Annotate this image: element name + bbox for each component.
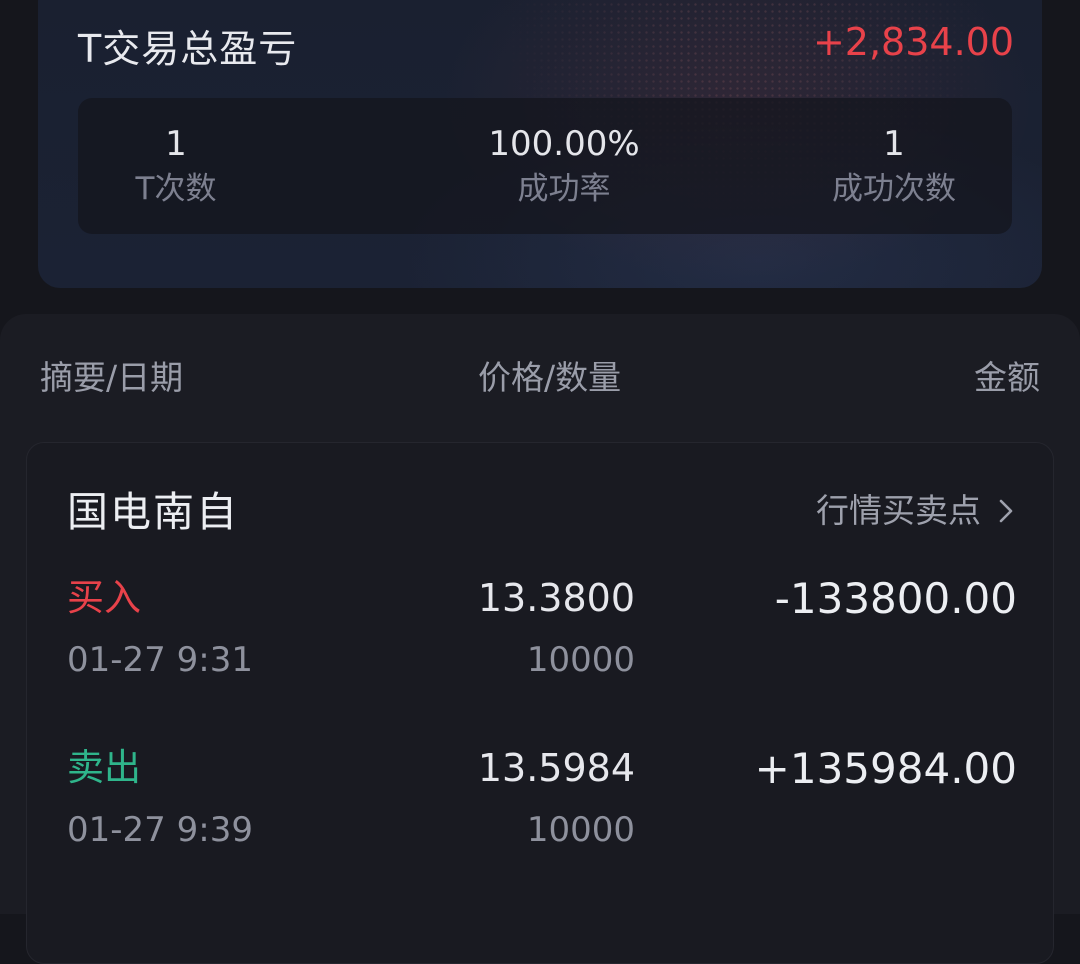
stat-label: 成功率 — [517, 171, 611, 207]
trade-amount: +135984.00 — [754, 744, 1017, 793]
market-link-label: 行情买卖点 — [816, 491, 981, 530]
stat-value: 1 — [165, 124, 187, 164]
summary-card: T交易总盈亏 +2,834.00 1 T次数 100.00% 成功率 1 成功次… — [38, 0, 1042, 288]
column-header-amount: 金额 — [974, 358, 1040, 397]
trade-time: 01-27 9:31 — [67, 640, 253, 680]
trade-row-buy: 买入 01-27 9:31 13.3800 10000 -133800.00 — [27, 571, 1053, 691]
trade-amount: -133800.00 — [774, 574, 1017, 623]
total-profit-value: +2,834.00 — [812, 20, 1014, 64]
trade-quantity: 10000 — [526, 810, 635, 850]
trade-record-card: 国电南自 行情买卖点 买入 01-27 9:31 13.3800 10000 -… — [26, 442, 1054, 964]
trade-price: 13.3800 — [477, 576, 635, 620]
trade-records-panel: 摘要/日期 价格/数量 金额 国电南自 行情买卖点 买入 01-27 9:31 … — [0, 314, 1080, 964]
stat-label: T次数 — [135, 171, 217, 207]
stats-box: 1 T次数 100.00% 成功率 1 成功次数 — [78, 98, 1012, 234]
stat-value: 1 — [883, 124, 905, 164]
summary-title: T交易总盈亏 — [78, 27, 298, 71]
stat-value: 100.00% — [488, 124, 640, 164]
column-header-price-quantity: 价格/数量 — [478, 358, 622, 397]
stat-success-count: 1 成功次数 — [744, 98, 1042, 208]
trade-side: 买入 — [67, 576, 141, 619]
stock-name: 国电南自 — [67, 488, 239, 536]
trade-side: 卖出 — [67, 746, 141, 789]
stat-t-count: 1 T次数 — [38, 98, 326, 208]
stat-success-rate: 100.00% 成功率 — [414, 98, 714, 208]
column-header-summary-date: 摘要/日期 — [40, 358, 184, 397]
trade-price: 13.5984 — [477, 746, 635, 790]
trade-time: 01-27 9:39 — [67, 810, 253, 850]
trade-quantity: 10000 — [526, 640, 635, 680]
market-buy-sell-points-link[interactable]: 行情买卖点 — [816, 489, 1017, 533]
chevron-right-icon — [999, 499, 1013, 523]
stat-label: 成功次数 — [832, 171, 956, 207]
trade-row-sell: 卖出 01-27 9:39 13.5984 10000 +135984.00 — [27, 741, 1053, 861]
